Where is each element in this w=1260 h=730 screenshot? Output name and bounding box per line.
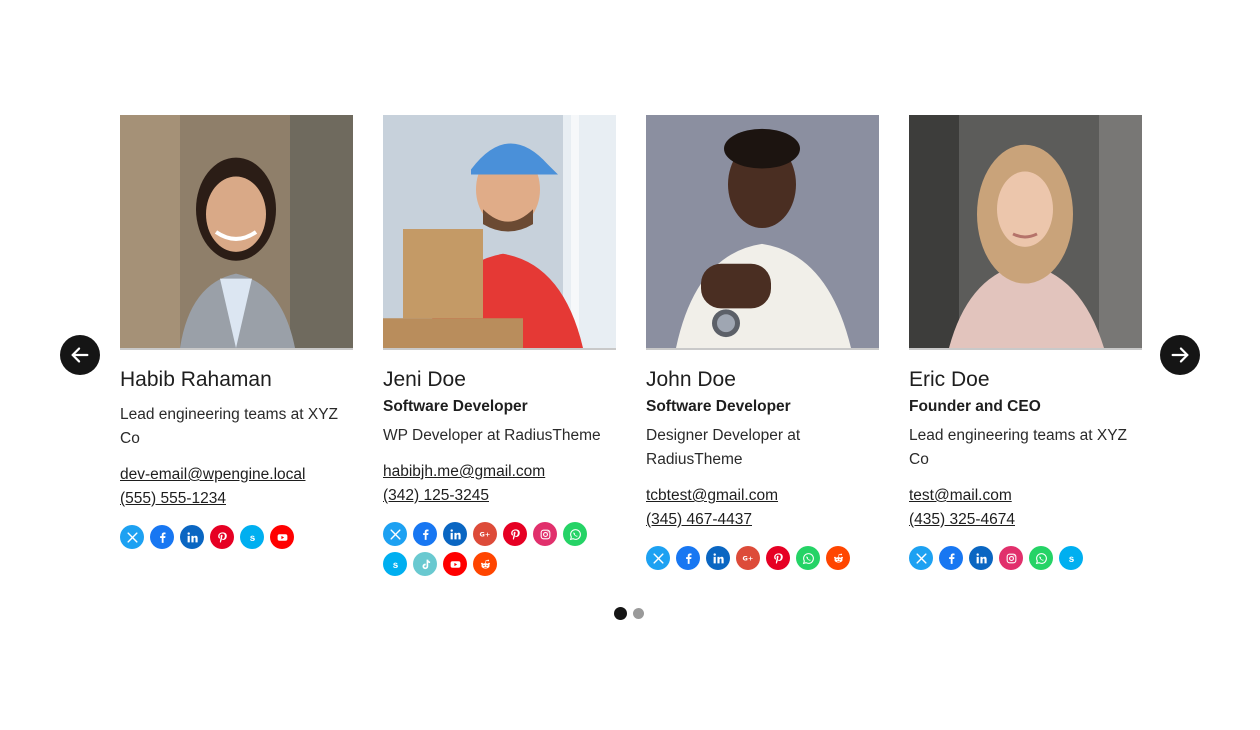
member-email-link[interactable]: dev-email@wpengine.local [120, 463, 353, 487]
pinterest-icon[interactable] [210, 525, 234, 549]
linkedin-icon[interactable] [443, 522, 467, 546]
member-role: Software Developer [646, 398, 791, 415]
youtube-icon[interactable] [443, 552, 467, 576]
facebook-icon[interactable] [676, 546, 700, 570]
pinterest-icon[interactable] [766, 546, 790, 570]
member-bio: WP Developer at RadiusTheme [383, 427, 601, 444]
member-bio: Designer Developer at RadiusTheme [646, 427, 801, 468]
member-role: Founder and CEO [909, 398, 1041, 415]
social-links [909, 546, 1129, 570]
reddit-icon[interactable] [473, 552, 497, 576]
member-name: Habib Rahaman [120, 368, 272, 391]
member-phone-link[interactable]: (342) 125-3245 [383, 484, 616, 508]
facebook-icon[interactable] [413, 522, 437, 546]
member-photo [383, 115, 616, 350]
youtube-icon[interactable] [270, 525, 294, 549]
instagram-icon[interactable] [533, 522, 557, 546]
linkedin-icon[interactable] [706, 546, 730, 570]
team-member-card: Eric Doe Founder and CEO Lead engineerin… [909, 115, 1142, 570]
google-plus-icon[interactable]: G+ [736, 546, 760, 570]
skype-icon[interactable] [1059, 546, 1083, 570]
carousel-pagination [614, 607, 644, 620]
arrow-right-icon [1171, 347, 1189, 363]
member-photo [646, 115, 879, 350]
google-plus-icon[interactable]: G+ [473, 522, 497, 546]
pagination-dot[interactable] [633, 608, 644, 619]
svg-text:G+: G+ [479, 530, 490, 538]
member-email-link[interactable]: tcbtest@gmail.com [646, 484, 879, 508]
member-bio: Lead engineering teams at XYZ Co [120, 406, 338, 447]
twitter-x-icon[interactable] [646, 546, 670, 570]
facebook-icon[interactable] [939, 546, 963, 570]
member-bio: Lead engineering teams at XYZ Co [909, 427, 1127, 468]
skype-icon[interactable] [240, 525, 264, 549]
linkedin-icon[interactable] [969, 546, 993, 570]
whatsapp-icon[interactable] [1029, 546, 1053, 570]
member-name: John Doe [646, 368, 736, 391]
social-links [120, 525, 340, 549]
reddit-icon[interactable] [826, 546, 850, 570]
carousel-next-button[interactable] [1160, 335, 1200, 375]
tiktok-icon[interactable] [413, 552, 437, 576]
twitter-x-icon[interactable] [909, 546, 933, 570]
facebook-icon[interactable] [150, 525, 174, 549]
member-phone-link[interactable]: (435) 325-4674 [909, 508, 1142, 532]
arrow-left-icon [71, 347, 89, 363]
twitter-x-icon[interactable] [383, 522, 407, 546]
svg-text:G+: G+ [742, 554, 753, 562]
member-name: Eric Doe [909, 368, 990, 391]
member-photo [909, 115, 1142, 350]
instagram-icon[interactable] [999, 546, 1023, 570]
pagination-dot-active[interactable] [614, 607, 627, 620]
whatsapp-icon[interactable] [563, 522, 587, 546]
member-name: Jeni Doe [383, 368, 466, 391]
pinterest-icon[interactable] [503, 522, 527, 546]
linkedin-icon[interactable] [180, 525, 204, 549]
member-email-link[interactable]: habibjh.me@gmail.com [383, 460, 616, 484]
member-photo [120, 115, 353, 350]
team-member-card: John Doe Software Developer Designer Dev… [646, 115, 879, 570]
social-links: G+ [383, 522, 603, 576]
twitter-x-icon[interactable] [120, 525, 144, 549]
social-links: G+ [646, 546, 866, 570]
member-email-link[interactable]: test@mail.com [909, 484, 1142, 508]
skype-icon[interactable] [383, 552, 407, 576]
member-phone-link[interactable]: (345) 467-4437 [646, 508, 879, 532]
member-phone-link[interactable]: (555) 555-1234 [120, 487, 353, 511]
member-role: Software Developer [383, 398, 528, 415]
whatsapp-icon[interactable] [796, 546, 820, 570]
carousel-prev-button[interactable] [60, 335, 100, 375]
team-member-card: Jeni Doe Software Developer WP Developer… [383, 115, 616, 576]
team-member-card: Habib Rahaman Lead engineering teams at … [120, 115, 353, 549]
